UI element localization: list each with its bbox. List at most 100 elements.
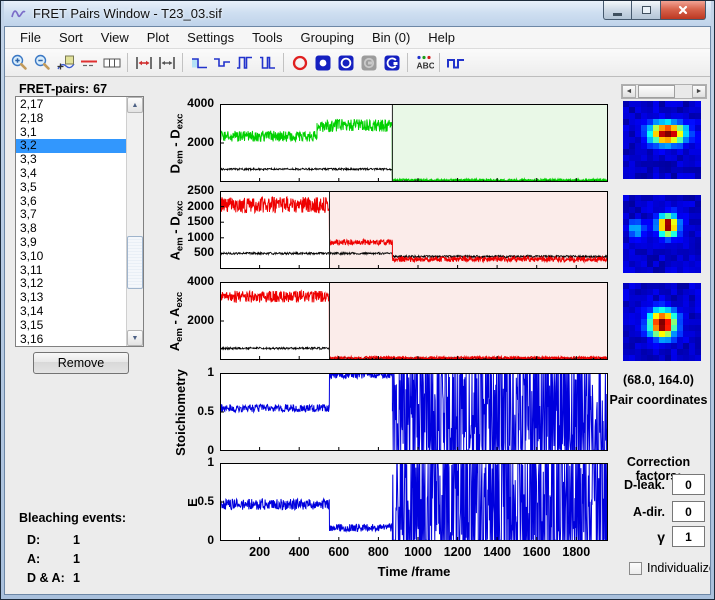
plot-e[interactable] (220, 463, 608, 541)
list-item[interactable]: 3,14 (16, 305, 126, 319)
zoom-in-icon[interactable] (8, 51, 31, 74)
toolbar-separator (182, 53, 183, 72)
fit-x-icon[interactable] (155, 51, 178, 74)
list-item[interactable]: 3,5 (16, 181, 126, 195)
slider-track[interactable] (636, 85, 692, 98)
individualized-label: Individualized (647, 561, 710, 575)
step-double-up-icon[interactable] (233, 51, 256, 74)
roi-disabled-icon[interactable] (357, 51, 380, 74)
pulse-icon[interactable] (444, 51, 467, 74)
list-item[interactable]: 2,18 (16, 112, 126, 126)
list-item[interactable]: 3,4 (16, 167, 126, 181)
fret-pairs-list: 2,172,183,13,23,33,43,53,63,73,83,93,103… (16, 97, 126, 346)
roi-rotate-icon[interactable] (380, 51, 403, 74)
bleaching-label: A: (27, 552, 73, 566)
list-item[interactable]: 3,12 (16, 277, 126, 291)
fret-pairs-listbox[interactable]: 2,172,183,13,23,33,43,53,63,73,83,93,103… (15, 96, 144, 347)
roi-filled-icon[interactable] (311, 51, 334, 74)
scroll-down-icon[interactable]: ▼ (127, 330, 143, 346)
list-item[interactable]: 3,3 (16, 153, 126, 167)
slider-left-arrow-icon[interactable]: ◄ (622, 85, 636, 98)
x-tick-label: 600 (328, 545, 349, 559)
toolbar-separator (407, 53, 408, 72)
menu-item-bin-0[interactable]: Bin (0) (363, 28, 419, 47)
draw-line-icon[interactable] (77, 51, 100, 74)
menu-item-grouping[interactable]: Grouping (292, 28, 363, 47)
list-item[interactable]: 3,11 (16, 264, 126, 278)
list-item[interactable]: 3,2 (16, 139, 126, 153)
scroll-up-icon[interactable]: ▲ (127, 97, 143, 113)
maximize-button[interactable] (632, 1, 660, 20)
y-axis-label-stoichiometry: Stoichiometry (170, 373, 190, 451)
menu-item-plot[interactable]: Plot (138, 28, 178, 47)
maximize-icon (642, 6, 651, 14)
pair-coordinates-label: Pair coordinates (605, 393, 710, 407)
menu-item-file[interactable]: File (11, 28, 50, 47)
gamma-row: γ (605, 526, 705, 547)
plot-dem-dexc[interactable] (220, 104, 608, 182)
list-item[interactable]: 2,17 (16, 98, 126, 112)
y-axis-label-e: E (182, 463, 202, 541)
minimize-icon (613, 13, 622, 16)
bleaching-label: D & A: (27, 571, 73, 585)
slider-right-arrow-icon[interactable]: ► (692, 85, 706, 98)
menu-item-tools[interactable]: Tools (243, 28, 291, 47)
individualized-checkbox[interactable] (629, 562, 642, 575)
y-tick-label: 0.5 (166, 404, 214, 418)
bleaching-events-title: Bleaching events: (19, 511, 126, 525)
slider-thumb[interactable] (638, 85, 675, 98)
label-abc-icon[interactable]: ABC (412, 51, 435, 74)
fret-pairs-count-label: FRET-pairs:67 (19, 82, 111, 96)
menu-item-settings[interactable]: Settings (178, 28, 243, 47)
y-tick-label: 1500 (166, 214, 214, 228)
list-item[interactable]: 3,7 (16, 208, 126, 222)
d-leak-row: D-leak. (605, 474, 705, 495)
roi-outline-icon[interactable] (334, 51, 357, 74)
scrollbar-thumb[interactable] (127, 236, 143, 288)
toolbar-separator (439, 53, 440, 72)
close-button[interactable] (660, 1, 706, 20)
remove-button[interactable]: Remove (33, 352, 129, 374)
zoom-out-icon[interactable] (31, 51, 54, 74)
list-item[interactable]: 3,9 (16, 236, 126, 250)
individualized-row: Individualized (629, 561, 710, 575)
x-tick-label: 400 (289, 545, 310, 559)
fit-x-red-icon[interactable] (132, 51, 155, 74)
list-item[interactable]: 3,8 (16, 222, 126, 236)
list-item[interactable]: 3,13 (16, 291, 126, 305)
y-tick-label: 4000 (166, 96, 214, 110)
list-item[interactable]: 3,10 (16, 250, 126, 264)
menu-item-help[interactable]: Help (419, 28, 464, 47)
list-item[interactable]: 3,1 (16, 126, 126, 140)
plot-stoichiometry[interactable] (220, 373, 608, 451)
film-strip-icon[interactable] (100, 51, 123, 74)
bleaching-value: 1 (73, 533, 80, 547)
list-item[interactable]: 3,16 (16, 333, 126, 346)
y-axis-label-aem-dexc: Aem - Dexc (165, 191, 185, 269)
plot-aem-aexc[interactable] (220, 282, 608, 360)
brush-data-icon[interactable] (54, 51, 77, 74)
a-dir-input[interactable] (672, 501, 705, 522)
y-tick-label: 2000 (166, 313, 214, 327)
listbox-scrollbar[interactable]: ▲ ▼ (126, 97, 143, 346)
minimize-button[interactable] (603, 1, 632, 20)
menu-item-view[interactable]: View (92, 28, 138, 47)
step-down-up-icon[interactable] (210, 51, 233, 74)
a-dir-row: A-dir. (605, 501, 705, 522)
step-double-down-icon[interactable] (256, 51, 279, 74)
toolbar: ABC (5, 49, 710, 77)
d-leak-input[interactable] (672, 474, 705, 495)
x-tick-label: 1400 (483, 545, 511, 559)
step-down-icon[interactable] (187, 51, 210, 74)
window-content: FileSortViewPlotSettingsToolsGroupingBin… (4, 26, 711, 595)
list-item[interactable]: 3,6 (16, 195, 126, 209)
bleaching-value: 1 (73, 571, 80, 585)
pair-coordinates-value: (68.0, 164.0) (605, 373, 710, 387)
plot-aem-dexc[interactable] (220, 191, 608, 269)
gamma-input[interactable] (672, 526, 705, 547)
pair-selector-slider[interactable]: ◄ ► (621, 84, 707, 99)
menu-item-sort[interactable]: Sort (50, 28, 92, 47)
circle-marker-icon[interactable] (288, 51, 311, 74)
list-item[interactable]: 3,15 (16, 319, 126, 333)
titlebar[interactable]: FRET Pairs Window - T23_03.sif (4, 1, 711, 26)
